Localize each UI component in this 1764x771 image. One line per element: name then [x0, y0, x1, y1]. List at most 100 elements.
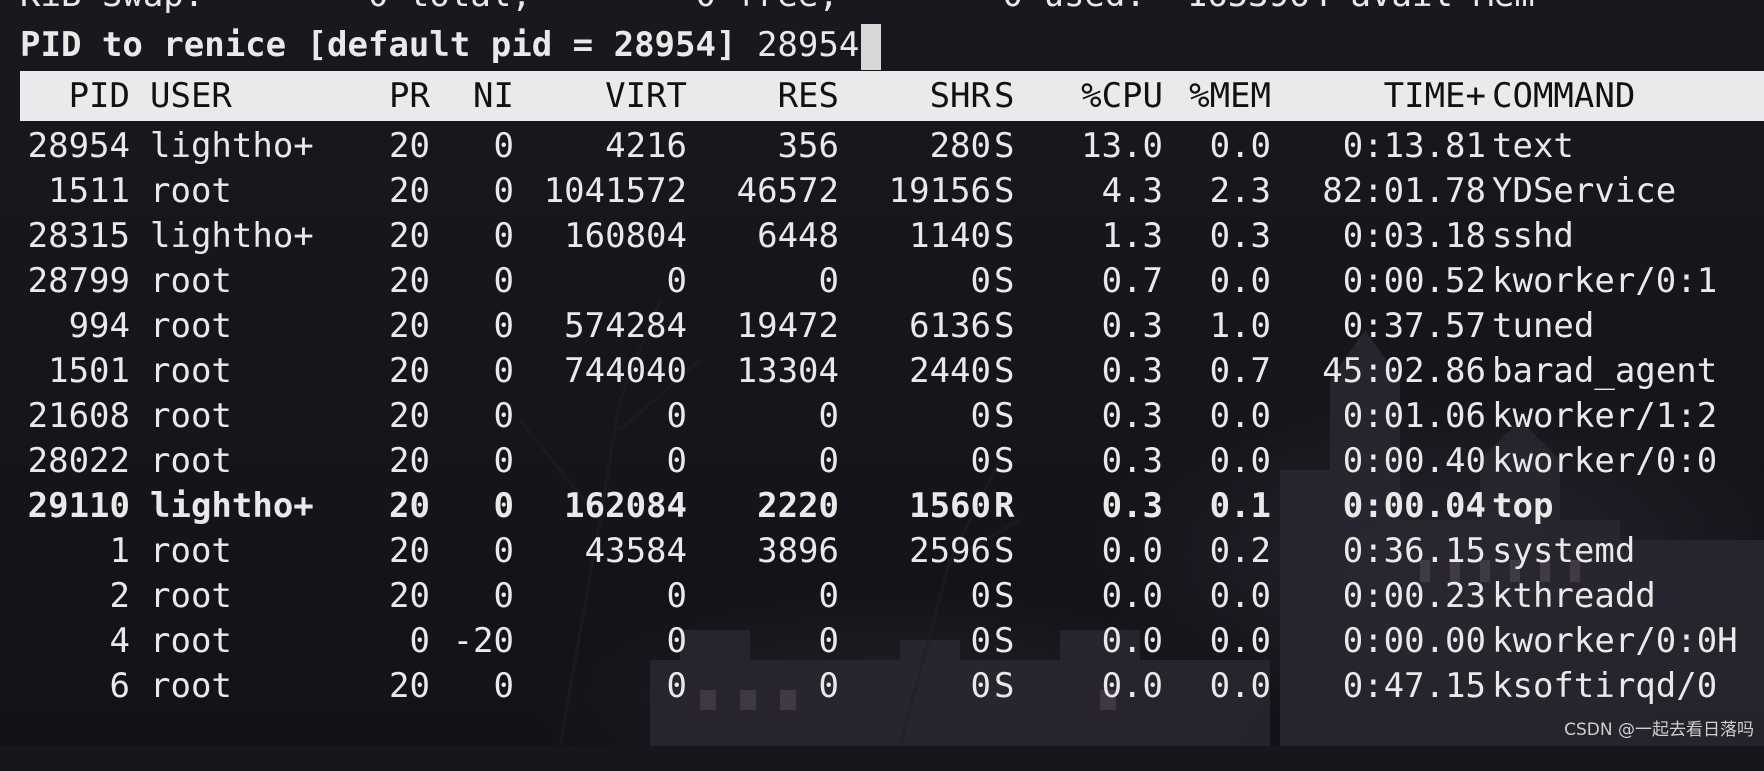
process-shr: 6136 [909, 306, 991, 346]
process-command: systemd [1492, 531, 1636, 571]
process-cpu: 4.3 [1101, 171, 1163, 211]
process-s: S [994, 396, 1015, 436]
process-shr: 0 [970, 261, 991, 301]
header-state: S [994, 76, 1015, 116]
process-pr: 20 [389, 306, 430, 346]
process-virt: 0 [666, 441, 687, 481]
process-cpu: 0.3 [1101, 306, 1163, 346]
process-pid: 1501 [48, 351, 130, 391]
process-pr: 20 [389, 486, 430, 526]
process-row: 29110 lightho+ 20 0 162084 2220 1560 R 0.3 0.1 0:0… [20, 481, 1764, 531]
process-shr: 19156 [888, 171, 991, 211]
process-ni: 0 [493, 486, 514, 526]
process-s: S [994, 171, 1015, 211]
process-pid: 2 [109, 576, 130, 616]
process-virt: 744040 [564, 351, 687, 391]
process-user: root [150, 531, 232, 571]
process-s: R [994, 486, 1015, 526]
process-row: 994 root 20 0 574284 19472 6136 S 0.3 1.0 0:37.57 t… [20, 301, 1764, 351]
process-user: root [150, 621, 232, 661]
process-res: 13304 [736, 351, 839, 391]
process-shr: 0 [970, 576, 991, 616]
process-cpu: 0.0 [1101, 621, 1163, 661]
process-time: 0:47.15 [1342, 666, 1486, 706]
process-ni: 0 [493, 261, 514, 301]
process-time: 0:13.81 [1342, 126, 1486, 166]
process-virt: 4216 [605, 126, 687, 166]
process-pid: 28954 [27, 126, 130, 166]
swap-summary-line: KiB Swap: 0 total, 0 free, 0 used. 16539… [20, 0, 1764, 20]
process-time: 0:00.23 [1342, 576, 1486, 616]
process-res: 0 [818, 621, 839, 661]
process-command: text [1492, 126, 1574, 166]
process-row: 1 root 20 0 43584 3896 2596 S 0.0 0.2 0:36.15 syste… [20, 526, 1764, 576]
process-mem: 2.3 [1209, 171, 1271, 211]
process-shr: 0 [970, 396, 991, 436]
process-pr: 20 [389, 531, 430, 571]
process-mem: 0.0 [1209, 576, 1271, 616]
process-ni: 0 [493, 216, 514, 256]
process-pid: 28315 [27, 216, 130, 256]
process-shr: 280 [929, 126, 991, 166]
process-pid: 4 [109, 621, 130, 661]
process-command: tuned [1492, 306, 1595, 346]
process-shr: 2440 [909, 351, 991, 391]
process-s: S [994, 666, 1015, 706]
process-s: S [994, 441, 1015, 481]
process-s: S [994, 306, 1015, 346]
process-mem: 0.0 [1209, 621, 1271, 661]
process-cpu: 0.0 [1101, 531, 1163, 571]
process-ni: 0 [493, 126, 514, 166]
process-ni: 0 [493, 666, 514, 706]
process-virt: 1041572 [543, 171, 687, 211]
process-row: 21608 root 20 0 0 0 0 S 0.3 0.0 0:01.06 kworker/1:2 [20, 391, 1764, 441]
process-pid: 1 [109, 531, 130, 571]
process-time: 82:01.78 [1322, 171, 1486, 211]
process-time: 0:00.52 [1342, 261, 1486, 301]
header-pr: PR [389, 76, 430, 116]
header-virt: VIRT [605, 76, 687, 116]
process-pid: 6 [109, 666, 130, 706]
process-user: root [150, 666, 232, 706]
process-time: 0:00.40 [1342, 441, 1486, 481]
process-virt: 0 [666, 621, 687, 661]
process-ni: 0 [493, 396, 514, 436]
process-pid: 21608 [27, 396, 130, 436]
process-shr: 0 [970, 621, 991, 661]
process-res: 6448 [757, 216, 839, 256]
process-shr: 0 [970, 441, 991, 481]
process-user: root [150, 396, 232, 436]
process-res: 46572 [736, 171, 839, 211]
process-s: S [994, 576, 1015, 616]
renice-prompt: PID to renice [default pid = 28954] 2895… [20, 20, 1764, 70]
header-res: RES [777, 76, 839, 116]
process-virt: 43584 [584, 531, 687, 571]
process-mem: 0.1 [1209, 486, 1271, 526]
process-mem: 0.0 [1209, 441, 1271, 481]
process-cpu: 0.0 [1101, 666, 1163, 706]
process-virt: 162084 [564, 486, 687, 526]
process-cpu: 0.3 [1101, 351, 1163, 391]
process-user: root [150, 171, 232, 211]
process-user: root [150, 351, 232, 391]
text-cursor [861, 23, 882, 70]
process-user: root [150, 261, 232, 301]
process-res: 19472 [736, 306, 839, 346]
process-row: 28022 root 20 0 0 0 0 S 0.3 0.0 0:00.40 kworker/0:0 [20, 436, 1764, 486]
process-time: 0:36.15 [1342, 531, 1486, 571]
process-shr: 0 [970, 666, 991, 706]
process-pr: 20 [389, 351, 430, 391]
process-row: 28315 lightho+ 20 0 160804 6448 1140 S 1.3 0.3 0:0… [20, 211, 1764, 261]
process-cpu: 0.7 [1101, 261, 1163, 301]
renice-pid-input[interactable]: 28954 [757, 25, 859, 65]
process-user: root [150, 306, 232, 346]
process-row: 4 root 0 -20 0 0 0 S 0.0 0.0 0:00.00 kworker/0:0H [20, 616, 1764, 666]
process-user: lightho+ [150, 126, 314, 166]
header-shr: SHR [929, 76, 991, 116]
process-res: 0 [818, 576, 839, 616]
process-virt: 0 [666, 666, 687, 706]
process-pr: 20 [389, 171, 430, 211]
csdn-watermark: CSDN @一起去看日落吗 [1564, 720, 1754, 740]
header-ni: NI [473, 76, 514, 116]
process-cpu: 13.0 [1081, 126, 1163, 166]
